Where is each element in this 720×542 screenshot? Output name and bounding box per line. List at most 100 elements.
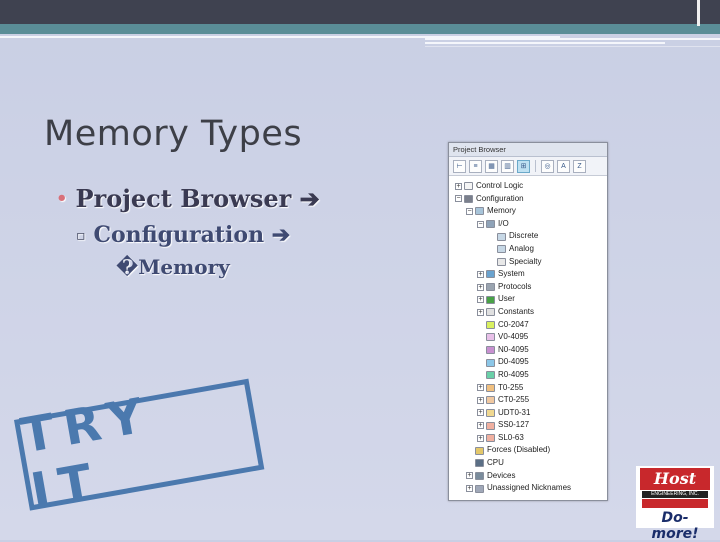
tree-node[interactable]: − Memory — [449, 205, 607, 218]
specialty-icon — [497, 257, 506, 266]
expand-plus-icon[interactable]: + — [477, 409, 484, 417]
tree-node-label: I/O — [498, 218, 509, 228]
decorative-line — [425, 38, 720, 40]
decorative-line — [425, 42, 665, 44]
forces-icon — [475, 446, 484, 455]
tree-node-label: Configuration — [476, 193, 524, 203]
udt-icon — [486, 408, 495, 417]
tree-icon[interactable]: ⊢ — [453, 159, 466, 173]
tree-node[interactable]: C0-2047 — [449, 319, 607, 332]
tree-node[interactable]: R0-4095 — [449, 369, 607, 382]
list-icon[interactable]: ≡ — [469, 159, 482, 173]
column-icon[interactable]: ▥ — [501, 159, 514, 173]
bullet-configuration: ▫ Configuration ➔ — [76, 222, 290, 248]
cpu-icon — [475, 459, 484, 468]
expand-plus-icon[interactable]: + — [477, 283, 484, 291]
tree-node-label: V0-4095 — [498, 332, 529, 342]
analog-icon — [497, 245, 506, 254]
expand-plus-icon[interactable]: + — [466, 485, 473, 493]
tree-node[interactable]: + Control Logic — [449, 180, 607, 193]
protocols-icon — [486, 283, 495, 292]
collapse-minus-icon[interactable]: − — [466, 207, 473, 215]
decorative-line — [425, 46, 720, 47]
tree-node-label: User — [498, 294, 515, 304]
a-z-icon[interactable]: A — [557, 159, 570, 173]
expand-plus-icon[interactable]: + — [466, 472, 473, 480]
tree-node[interactable]: + Unassigned Nicknames — [449, 482, 607, 495]
tree-node[interactable]: − Configuration — [449, 193, 607, 206]
logo-product: Do-more! — [651, 510, 699, 542]
expand-plus-icon[interactable]: + — [477, 308, 484, 316]
project-browser-toolbar: ⊢ ≡ ▦ ▥ ⊞ ◎ A Z — [449, 157, 607, 176]
tree-node[interactable]: + SS0-127 — [449, 419, 607, 432]
tree-node-label: Memory — [487, 206, 516, 216]
user-icon — [486, 295, 495, 304]
tree-node[interactable]: + Protocols — [449, 281, 607, 294]
logo-bar — [642, 499, 708, 508]
tree-node[interactable]: N0-4095 — [449, 344, 607, 357]
tree-node[interactable]: + Constants — [449, 306, 607, 319]
tree-node[interactable]: + UDT0-31 — [449, 407, 607, 420]
io-icon — [486, 220, 495, 229]
system-icon — [486, 270, 495, 279]
expand-plus-icon[interactable]: + — [477, 270, 484, 278]
expand-plus-icon[interactable]: + — [477, 396, 484, 404]
tree-node-label: C0-2047 — [498, 319, 529, 329]
tree-node[interactable]: CPU — [449, 457, 607, 470]
tree-node-label: Specialty — [509, 256, 542, 266]
z-a-icon[interactable]: Z — [573, 159, 586, 173]
tree-node-label: SL0-63 — [498, 432, 524, 442]
tree-node-label: CT0-255 — [498, 395, 530, 405]
bullet-text: �Memory — [116, 255, 230, 279]
tree-node-label: N0-4095 — [498, 344, 529, 354]
tree-node[interactable]: + Devices — [449, 470, 607, 483]
signed-word-icon — [486, 346, 495, 355]
gear-icon — [464, 194, 473, 203]
tree-node[interactable]: Analog — [449, 243, 607, 256]
tree-node[interactable]: + System — [449, 268, 607, 281]
project-browser-window: Project Browser ⊢ ≡ ▦ ▥ ⊞ ◎ A Z + Control… — [448, 142, 608, 501]
slide-title: Memory Types — [44, 114, 303, 154]
filter-icon[interactable]: ◎ — [541, 159, 554, 173]
real-icon — [486, 371, 495, 380]
dword-icon — [486, 358, 495, 367]
tree-node-label: Discrete — [509, 231, 539, 241]
tree-node[interactable]: + User — [449, 293, 607, 306]
tree-node[interactable]: V0-4095 — [449, 331, 607, 344]
logo-brand: Host — [640, 468, 710, 490]
word-icon — [486, 333, 495, 342]
expand-plus-icon[interactable]: + — [477, 422, 484, 430]
tree-node[interactable]: Specialty — [449, 256, 607, 269]
expand-plus-icon[interactable]: + — [477, 296, 484, 304]
tree-node[interactable]: + T0-255 — [449, 382, 607, 395]
constants-icon — [486, 308, 495, 317]
tree-node[interactable]: Forces (Disabled) — [449, 444, 607, 457]
tree-node[interactable]: + CT0-255 — [449, 394, 607, 407]
collapse-minus-icon[interactable]: − — [455, 195, 462, 203]
collapse-minus-icon[interactable]: − — [477, 220, 484, 228]
bullet-project-browser: • Project Browser ➔ — [56, 184, 320, 213]
bullet-text: Configuration — [93, 222, 265, 248]
tree-node[interactable]: + SL0-63 — [449, 432, 607, 445]
tree-node-label: SS0-127 — [498, 420, 530, 430]
tree-node[interactable]: D0-4095 — [449, 356, 607, 369]
expand-plus-icon[interactable]: + — [477, 434, 484, 442]
tree-node-label: Constants — [498, 306, 535, 316]
tree-node-label: System — [498, 269, 525, 279]
tree-node[interactable]: − I/O — [449, 218, 607, 231]
bit-icon — [486, 320, 495, 329]
tree-node[interactable]: Discrete — [449, 230, 607, 243]
expand-icon[interactable]: ⊞ — [517, 159, 530, 173]
arrow-right-icon: ➔ — [299, 184, 320, 213]
host-engineering-logo: Host ENGINEERING, INC. Do-more! — [636, 466, 714, 542]
grid-icon[interactable]: ▦ — [485, 159, 498, 173]
tree-node-label: Unassigned Nicknames — [487, 483, 572, 493]
expand-plus-icon[interactable]: + — [477, 384, 484, 392]
string-icon — [486, 421, 495, 430]
expand-plus-icon[interactable]: + — [455, 182, 462, 190]
